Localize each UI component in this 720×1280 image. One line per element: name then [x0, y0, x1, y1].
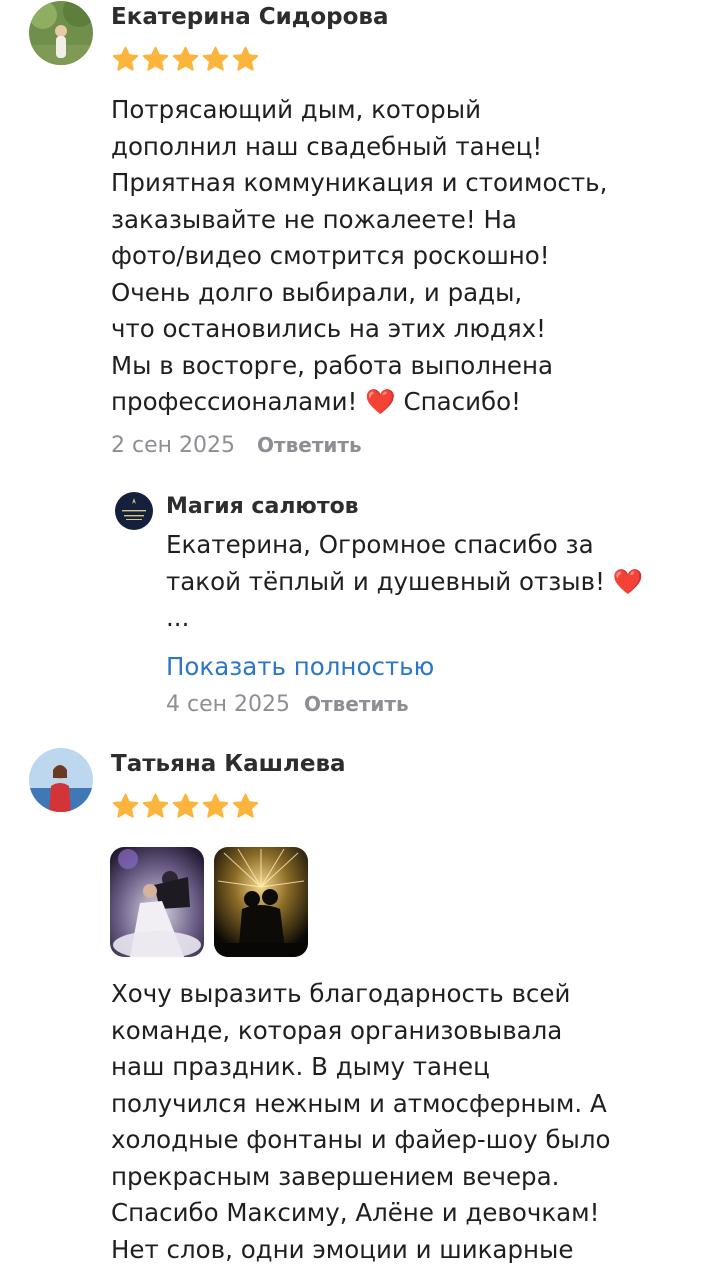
- review-meta: 2 сен 2025 Ответить: [111, 433, 362, 458]
- company-name[interactable]: Магия салютов: [166, 494, 359, 519]
- cold-fountains-couple-photo: [214, 847, 308, 957]
- star-icon: [202, 46, 229, 71]
- review-date: 2 сен 2025: [111, 433, 235, 458]
- show-more-link[interactable]: Показать полностью: [166, 652, 434, 681]
- rating-stars: [111, 45, 260, 75]
- reviews-page: Екатерина Сидорова Потрясающий дым, кото…: [0, 0, 720, 1280]
- review-text: Потрясающий дым, который дополнил наш св…: [111, 95, 608, 416]
- avatar[interactable]: [29, 1, 93, 65]
- review-photo[interactable]: [110, 847, 204, 957]
- review-photo[interactable]: [214, 847, 308, 957]
- rating-stars: [111, 792, 260, 822]
- review-text: Хочу выразить благодарность всей команде…: [111, 979, 611, 1264]
- star-icon: [172, 46, 199, 71]
- review-author[interactable]: Татьяна Кашлева: [111, 751, 346, 777]
- company-reply-text: Екатерина, Огромное спасибо за такой тёп…: [166, 530, 644, 632]
- reply-date: 4 сен 2025: [166, 692, 290, 717]
- heart-emoji: ❤️: [365, 387, 396, 416]
- company-reply-meta: 4 сен 2025 Ответить: [166, 692, 409, 717]
- reply-button[interactable]: Ответить: [257, 433, 362, 457]
- star-icon: [112, 46, 139, 71]
- wedding-dance-smoke-photo: [110, 847, 204, 957]
- star-icon: [202, 793, 229, 818]
- star-icon: [112, 793, 139, 818]
- heart-emoji: ❤️: [612, 566, 644, 596]
- reply-button[interactable]: Ответить: [304, 692, 409, 716]
- star-icon: [142, 46, 169, 71]
- company-avatar[interactable]: [115, 492, 153, 530]
- star-icon: [232, 793, 259, 818]
- avatar[interactable]: [29, 748, 93, 812]
- review-author[interactable]: Екатерина Сидорова: [111, 4, 388, 30]
- star-icon: [142, 793, 169, 818]
- star-icon: [172, 793, 199, 818]
- star-icon: [232, 46, 259, 71]
